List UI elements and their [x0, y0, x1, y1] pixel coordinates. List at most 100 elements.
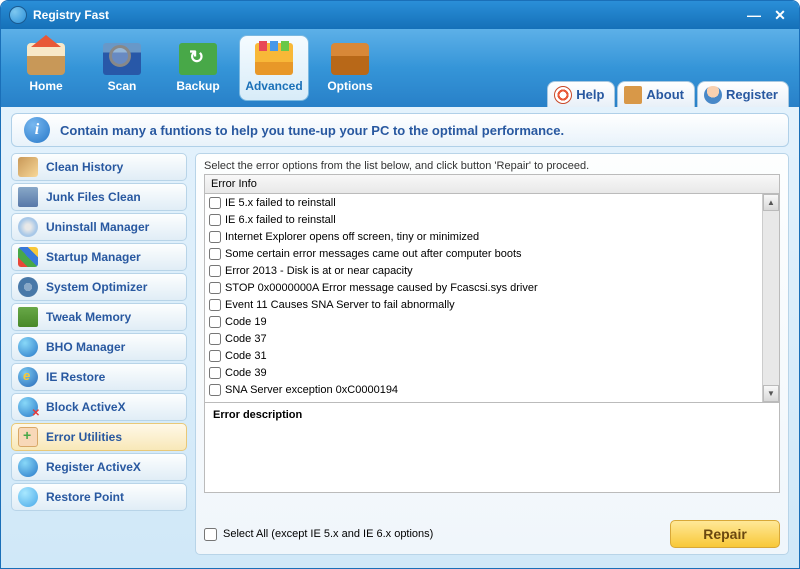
error-row[interactable]: IE 6.x failed to reinstall [205, 211, 762, 228]
sidebar-item-block-activex[interactable]: Block ActiveX [11, 393, 187, 421]
register-label: Register [726, 87, 778, 102]
error-checkbox[interactable] [209, 231, 221, 243]
sidebar-item-restore-point[interactable]: Restore Point [11, 483, 187, 511]
sidebar-item-junk-files[interactable]: Junk Files Clean [11, 183, 187, 211]
advanced-label: Advanced [245, 79, 302, 93]
sidebar-item-label: IE Restore [46, 370, 105, 384]
error-label: SNA Server exception 0xC0000194 [225, 384, 398, 396]
description-header: Error description [213, 409, 302, 421]
scrollbar[interactable]: ▲ ▼ [762, 194, 779, 402]
error-row[interactable]: SNA Server exception 0xC0000194 [205, 381, 762, 398]
backup-icon [179, 43, 217, 75]
error-label: Event 11 Causes SNA Server to fail abnor… [225, 299, 455, 311]
window-title: Registry Fast [33, 8, 109, 22]
error-checkbox[interactable] [209, 350, 221, 362]
repair-button[interactable]: Repair [670, 520, 780, 548]
error-label: STOP 0x0000000A Error message caused by … [225, 282, 538, 294]
error-label: IE 5.x failed to reinstall [225, 197, 336, 209]
sidebar-item-label: Restore Point [46, 490, 124, 504]
titlebar: Registry Fast — ✕ [1, 1, 799, 29]
error-label: Code 39 [225, 367, 267, 379]
error-label: Code 19 [225, 316, 267, 328]
error-row[interactable]: Error 2013 - Disk is at or near capacity [205, 262, 762, 279]
select-all-checkbox[interactable] [204, 528, 217, 541]
sidebar-item-system-opt[interactable]: System Optimizer [11, 273, 187, 301]
scroll-down-icon[interactable]: ▼ [763, 385, 779, 402]
error-row[interactable]: Some certain error messages came out aft… [205, 245, 762, 262]
sidebar-item-label: Uninstall Manager [46, 220, 149, 234]
sidebar-item-label: Tweak Memory [46, 310, 131, 324]
error-checkbox[interactable] [209, 367, 221, 379]
error-row[interactable]: Code 31 [205, 347, 762, 364]
error-checkbox[interactable] [209, 384, 221, 396]
sidebar-item-label: System Optimizer [46, 280, 147, 294]
scroll-up-icon[interactable]: ▲ [763, 194, 779, 211]
select-all[interactable]: Select All (except IE 5.x and IE 6.x opt… [204, 528, 433, 541]
error-row[interactable]: STOP 0x0000000A Error message caused by … [205, 279, 762, 296]
error-checkbox[interactable] [209, 265, 221, 277]
error-row[interactable]: Internet Explorer opens off screen, tiny… [205, 228, 762, 245]
error-checkbox[interactable] [209, 333, 221, 345]
sidebar-item-ie-restore[interactable]: IE Restore [11, 363, 187, 391]
sidebar-item-label: Junk Files Clean [46, 190, 141, 204]
close-button[interactable]: ✕ [769, 6, 791, 24]
error-list: IE 5.x failed to reinstall IE 6.x failed … [204, 193, 780, 403]
error-row[interactable]: IE 5.x failed to reinstall [205, 194, 762, 211]
options-button[interactable]: Options [315, 35, 385, 101]
app-icon [9, 6, 27, 24]
sidebar-item-tweak-memory[interactable]: Tweak Memory [11, 303, 187, 331]
scan-button[interactable]: Scan [87, 35, 157, 101]
error-label: IE 6.x failed to reinstall [225, 214, 336, 226]
instruction-text: Select the error options from the list b… [204, 160, 780, 172]
restore-icon [18, 487, 38, 507]
error-checkbox[interactable] [209, 248, 221, 260]
right-tabs: Help About Register [547, 81, 789, 107]
backup-button[interactable]: Backup [163, 35, 233, 101]
error-row[interactable]: Event 11 Causes SNA Server to fail abnor… [205, 296, 762, 313]
home-label: Home [29, 79, 62, 93]
sidebar-item-startup[interactable]: Startup Manager [11, 243, 187, 271]
sidebar-item-error-utilities[interactable]: Error Utilities [11, 423, 187, 451]
help-tab[interactable]: Help [547, 81, 615, 107]
error-checkbox[interactable] [209, 197, 221, 209]
sidebar-item-label: Clean History [46, 160, 123, 174]
content-area: Clean History Junk Files Clean Uninstall… [11, 153, 789, 555]
sidebar-item-label: Error Utilities [46, 430, 122, 444]
register-tab[interactable]: Register [697, 81, 789, 107]
register-activex-icon [18, 457, 38, 477]
error-label: Code 31 [225, 350, 267, 362]
backup-label: Backup [176, 79, 219, 93]
help-label: Help [576, 87, 604, 102]
sidebar-item-bho[interactable]: BHO Manager [11, 333, 187, 361]
error-row[interactable]: Code 19 [205, 313, 762, 330]
error-row[interactable]: Code 39 [205, 364, 762, 381]
sidebar-item-clean-history[interactable]: Clean History [11, 153, 187, 181]
home-icon [27, 43, 65, 75]
info-icon: i [24, 117, 50, 143]
sidebar: Clean History Junk Files Clean Uninstall… [11, 153, 187, 555]
options-icon [331, 43, 369, 75]
error-checkbox[interactable] [209, 316, 221, 328]
windows-icon [18, 247, 38, 267]
sidebar-item-label: Register ActiveX [46, 460, 141, 474]
scan-label: Scan [108, 79, 137, 93]
block-icon [18, 397, 38, 417]
sidebar-item-register-activex[interactable]: Register ActiveX [11, 453, 187, 481]
error-row[interactable]: Code 37 [205, 330, 762, 347]
sidebar-item-uninstall[interactable]: Uninstall Manager [11, 213, 187, 241]
error-checkbox[interactable] [209, 299, 221, 311]
list-header: Error Info [204, 174, 780, 193]
about-tab[interactable]: About [617, 81, 695, 107]
minimize-button[interactable]: — [743, 6, 765, 24]
error-checkbox[interactable] [209, 282, 221, 294]
options-label: Options [327, 79, 372, 93]
error-checkbox[interactable] [209, 214, 221, 226]
advanced-button[interactable]: Advanced [239, 35, 309, 101]
app-window: Registry Fast — ✕ Home Scan Backup Advan… [0, 0, 800, 569]
description-box: Error description [204, 403, 780, 493]
home-button[interactable]: Home [11, 35, 81, 101]
sidebar-item-label: Block ActiveX [46, 400, 126, 414]
scan-icon [103, 43, 141, 75]
disc-icon [18, 217, 38, 237]
main-toolbar: Home Scan Backup Advanced Options Help A… [1, 29, 799, 107]
